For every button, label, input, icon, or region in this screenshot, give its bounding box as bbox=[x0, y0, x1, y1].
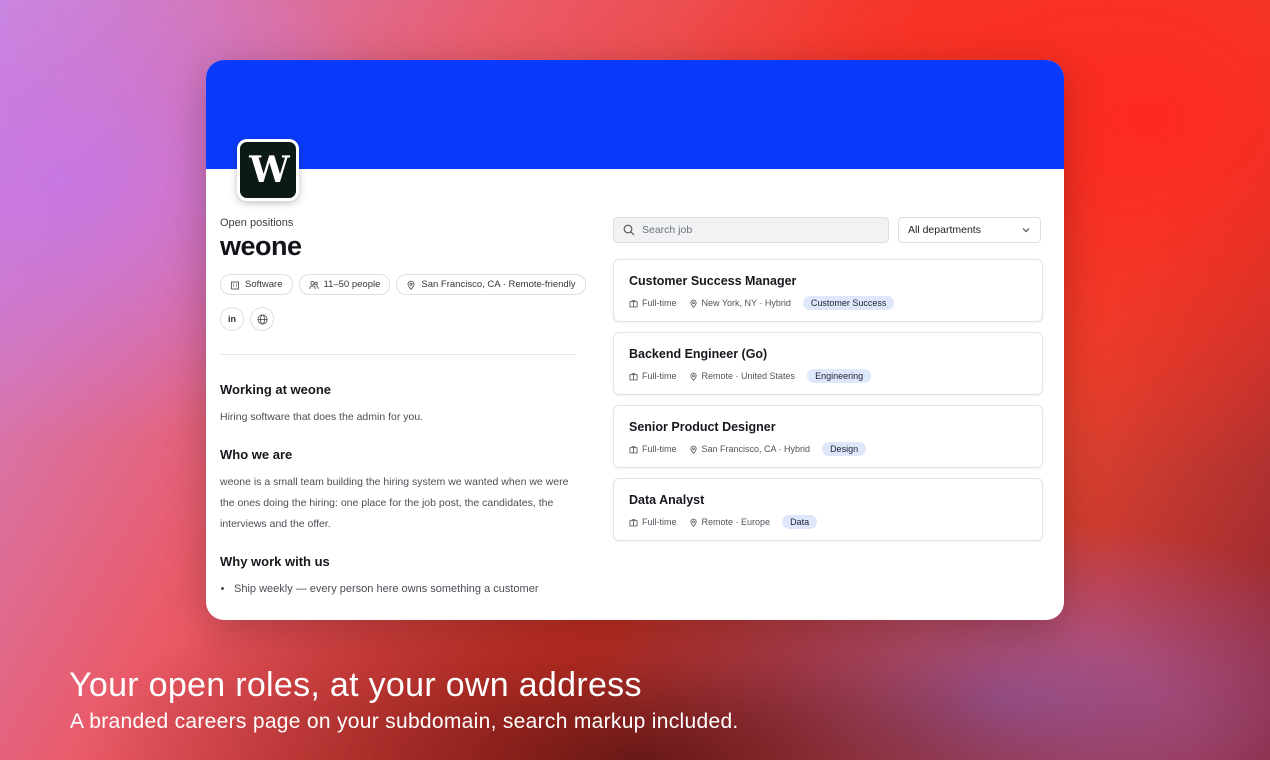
briefcase-icon bbox=[629, 518, 638, 526]
location-pin-icon bbox=[689, 299, 697, 308]
company-profile: Open positions weone Software 11–50 peop… bbox=[220, 210, 586, 599]
briefcase-icon bbox=[629, 372, 638, 380]
eyebrow-label: Open positions bbox=[220, 217, 294, 229]
location-pin-icon bbox=[689, 372, 697, 381]
chevron-down-icon bbox=[1022, 228, 1030, 233]
department-tag: Design bbox=[822, 442, 867, 456]
job-list: Customer Success Manager Full-time New Y… bbox=[613, 259, 1043, 541]
section-why: Why work with us Ship weekly — every per… bbox=[220, 554, 576, 599]
marketing-headline: Your open roles, at your own address bbox=[69, 666, 642, 704]
who-title: Who we are bbox=[220, 447, 293, 462]
job-card[interactable]: Data Analyst Full-time Remote · Europe D… bbox=[613, 478, 1043, 541]
department-tag: Customer Success bbox=[802, 296, 895, 310]
globe-icon[interactable] bbox=[250, 307, 274, 331]
job-card[interactable]: Senior Product Designer Full-time San Fr… bbox=[613, 405, 1043, 468]
location-pin-icon bbox=[689, 518, 697, 527]
job-title: Customer Success Manager bbox=[629, 274, 797, 288]
job-listings-panel: All departments Customer Success Manager… bbox=[613, 217, 1043, 551]
job-card[interactable]: Customer Success Manager Full-time New Y… bbox=[613, 259, 1043, 322]
job-title: Backend Engineer (Go) bbox=[629, 347, 768, 361]
who-text: weone is a small team building the hirin… bbox=[220, 476, 569, 530]
linkedin-icon[interactable]: in bbox=[220, 307, 244, 331]
social-links: in bbox=[220, 307, 576, 331]
job-filters: All departments bbox=[613, 217, 1043, 243]
section-divider bbox=[220, 354, 576, 355]
careers-page-card: W Open positions weone Software 11–50 pe… bbox=[206, 60, 1064, 620]
company-logo: W bbox=[237, 139, 299, 201]
briefcase-icon bbox=[629, 445, 638, 453]
company-chips: Software 11–50 people San Francisco, CA … bbox=[220, 274, 586, 295]
search-icon bbox=[623, 224, 635, 236]
location-pin-icon bbox=[689, 445, 697, 454]
search-input[interactable] bbox=[642, 224, 862, 236]
job-meta: Full-time New York, NY · Hybrid Customer… bbox=[629, 296, 1042, 310]
working-title: Working at weone bbox=[220, 382, 331, 397]
department-tag: Engineering bbox=[807, 369, 872, 383]
why-list: Ship weekly — every person here owns som… bbox=[220, 579, 576, 599]
chip-location: San Francisco, CA · Remote-friendly bbox=[396, 274, 586, 295]
chip-industry: Software bbox=[220, 274, 293, 295]
section-working: Working at weone Hiring software that do… bbox=[220, 382, 576, 428]
department-tag: Data bbox=[782, 515, 818, 529]
job-meta: Full-time San Francisco, CA · Hybrid Des… bbox=[629, 442, 1042, 456]
company-name: weone bbox=[220, 231, 302, 261]
job-meta: Full-time Remote · United States Enginee… bbox=[629, 369, 1042, 383]
building-icon bbox=[231, 281, 239, 289]
job-card[interactable]: Backend Engineer (Go) Full-time Remote ·… bbox=[613, 332, 1043, 395]
job-meta: Full-time Remote · Europe Data bbox=[629, 515, 1042, 529]
chip-team-size: 11–50 people bbox=[298, 274, 391, 295]
marketing-subline: A branded careers page on your subdomain… bbox=[70, 710, 739, 733]
search-box[interactable] bbox=[613, 217, 889, 243]
department-select[interactable]: All departments bbox=[898, 217, 1041, 243]
why-item: Ship weekly — every person here owns som… bbox=[234, 579, 576, 599]
logo-letter: W bbox=[249, 149, 289, 191]
briefcase-icon bbox=[629, 299, 638, 307]
people-icon bbox=[308, 280, 319, 289]
why-title: Why work with us bbox=[220, 554, 330, 569]
job-title: Senior Product Designer bbox=[629, 420, 776, 434]
working-text: Hiring software that does the admin for … bbox=[220, 411, 424, 423]
job-title: Data Analyst bbox=[629, 493, 705, 507]
section-who: Who we are weone is a small team buildin… bbox=[220, 447, 576, 535]
cover-banner bbox=[206, 60, 1064, 169]
location-pin-icon bbox=[407, 280, 415, 290]
department-select-value: All departments bbox=[908, 224, 981, 236]
